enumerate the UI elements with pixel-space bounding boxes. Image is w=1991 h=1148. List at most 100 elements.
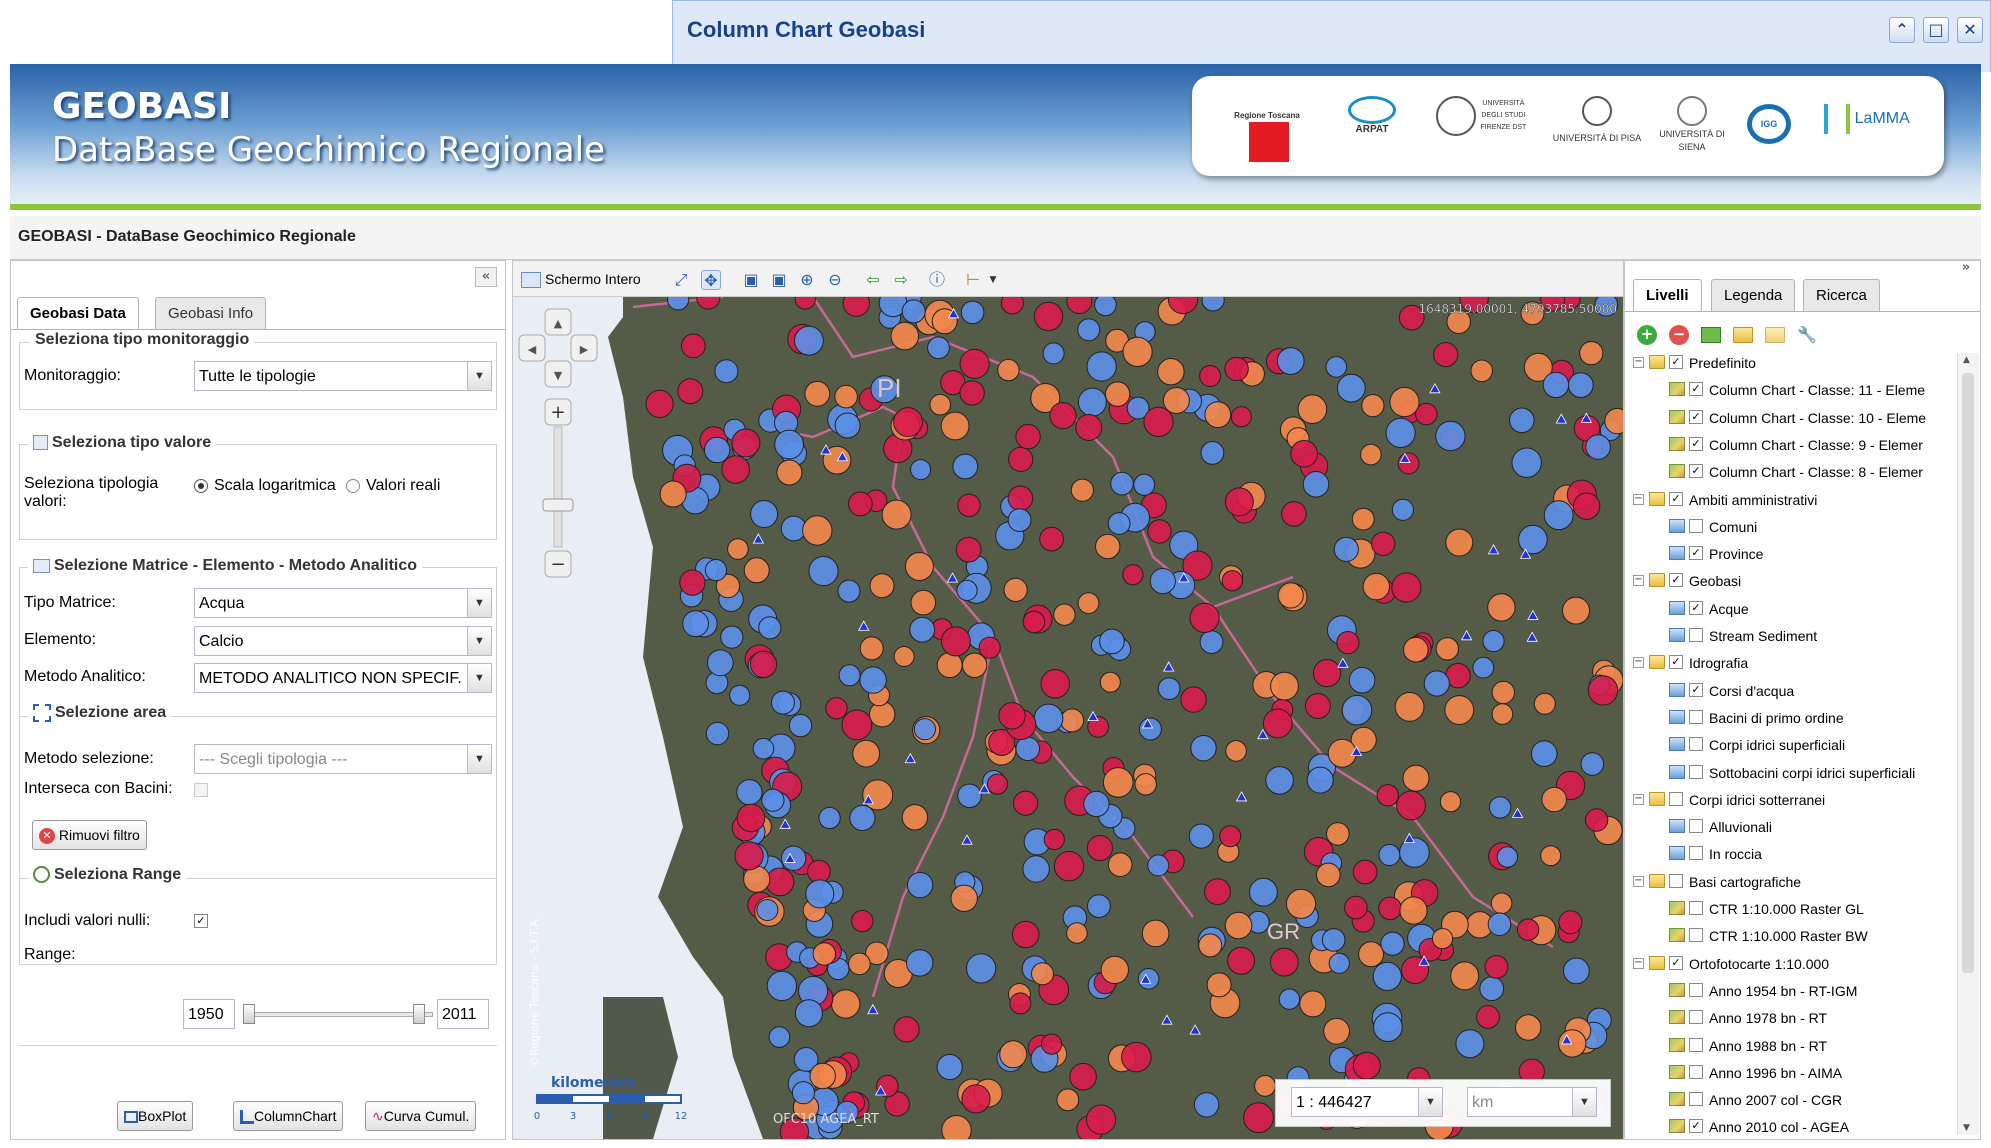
sample-point[interactable] xyxy=(677,378,704,405)
sample-point[interactable] xyxy=(1056,1088,1080,1112)
sample-point[interactable] xyxy=(1249,877,1278,907)
layer-tree-node[interactable]: ✓ Column Chart - Classe: 10 - Eleme xyxy=(1625,408,1965,430)
sample-point[interactable] xyxy=(1487,912,1512,937)
add-server-icon[interactable] xyxy=(1701,327,1721,343)
sample-point[interactable] xyxy=(1445,528,1474,557)
sample-point[interactable] xyxy=(1157,677,1181,701)
sample-point[interactable] xyxy=(859,636,884,661)
sample-point[interactable] xyxy=(906,871,934,899)
sample-point[interactable] xyxy=(1509,407,1535,434)
layer-visibility-checkbox[interactable] xyxy=(1689,846,1703,861)
sample-point[interactable] xyxy=(1378,896,1402,921)
sample-point[interactable] xyxy=(1041,1033,1063,1055)
sample-point[interactable] xyxy=(849,804,876,832)
scale-select[interactable]: 1 : 446427 ▼ xyxy=(1291,1087,1443,1117)
layer-visibility-checkbox[interactable] xyxy=(1689,1037,1703,1052)
sample-point[interactable] xyxy=(901,804,929,831)
sample-point[interactable] xyxy=(1435,420,1466,452)
sample-point[interactable] xyxy=(1269,947,1299,977)
sample-point[interactable] xyxy=(997,358,1020,382)
sample-point[interactable] xyxy=(998,702,1026,730)
sample-point[interactable] xyxy=(927,336,950,360)
sample-point[interactable] xyxy=(1040,669,1071,699)
range-slider-track[interactable] xyxy=(243,1012,433,1017)
layer-tree-node[interactable]: Anno 1978 bn - RT xyxy=(1625,1008,1965,1030)
tree-scrollbar[interactable]: ▲ ▼ xyxy=(1957,353,1979,1135)
sample-point[interactable] xyxy=(1326,822,1350,846)
sample-point[interactable] xyxy=(893,646,915,667)
maximize-button[interactable]: □ xyxy=(1923,17,1949,43)
sample-point[interactable] xyxy=(1402,764,1430,792)
layer-visibility-checkbox[interactable]: ✓ xyxy=(1669,491,1683,506)
sample-point[interactable] xyxy=(1567,372,1594,398)
collapse-node-icon[interactable]: − xyxy=(1633,575,1644,587)
sample-point[interactable] xyxy=(1344,895,1368,920)
sample-point[interactable] xyxy=(1562,596,1590,625)
sample-point[interactable] xyxy=(978,636,1001,659)
sample-point[interactable] xyxy=(1348,666,1376,694)
sample-point[interactable] xyxy=(1162,387,1190,414)
sample-point[interactable] xyxy=(794,325,824,356)
sample-point[interactable] xyxy=(1022,855,1050,883)
zoom-slider-handle[interactable] xyxy=(542,498,574,512)
sample-point[interactable] xyxy=(862,779,894,811)
layer-visibility-checkbox[interactable]: ✓ xyxy=(1669,955,1683,970)
layer-visibility-checkbox[interactable] xyxy=(1689,518,1703,533)
layer-tree-node[interactable]: Anno 2007 col - CGR xyxy=(1625,1090,1965,1112)
layer-tree-node[interactable]: ✓ Anno 2010 col - AGEA xyxy=(1625,1117,1965,1135)
fullscreen-icon[interactable] xyxy=(521,272,541,288)
sample-point[interactable] xyxy=(1075,414,1103,441)
sample-point[interactable] xyxy=(1336,631,1360,655)
layer-tree-node[interactable]: − ✓ Predefinito xyxy=(1625,353,1965,375)
sample-point[interactable] xyxy=(1033,301,1064,332)
sample-point[interactable] xyxy=(906,949,934,977)
sample-point[interactable] xyxy=(1304,693,1331,719)
sample-point[interactable] xyxy=(679,569,706,596)
sample-point[interactable] xyxy=(960,300,985,325)
sample-point[interactable] xyxy=(1299,990,1327,1018)
sample-point[interactable] xyxy=(1358,941,1385,968)
sample-point[interactable] xyxy=(706,649,734,677)
sample-point[interactable] xyxy=(1540,845,1562,867)
sample-point[interactable] xyxy=(1585,434,1611,460)
monitoraggio-select[interactable]: Tutte le tipologie ▼ xyxy=(194,361,492,391)
sample-point[interactable] xyxy=(1149,568,1176,595)
sample-point[interactable] xyxy=(645,389,674,419)
sample-point[interactable] xyxy=(1157,357,1185,386)
layer-tree-node[interactable]: − ✓ Ambiti amministrativi xyxy=(1625,490,1965,512)
sample-point[interactable] xyxy=(761,788,785,812)
sample-point[interactable] xyxy=(1470,359,1494,383)
layer-tree-node[interactable]: ✓ Column Chart - Classe: 11 - Eleme xyxy=(1625,380,1965,402)
sample-point[interactable] xyxy=(1190,735,1217,762)
sample-point[interactable] xyxy=(936,652,963,679)
sample-point[interactable] xyxy=(1193,1092,1220,1118)
pan-icon[interactable]: ✥ xyxy=(701,270,721,290)
sample-point[interactable] xyxy=(1290,440,1318,468)
sample-point[interactable] xyxy=(1033,703,1064,734)
sample-point[interactable] xyxy=(851,909,874,933)
sample-point[interactable] xyxy=(999,1040,1028,1069)
sample-point[interactable] xyxy=(714,359,739,384)
sample-point[interactable] xyxy=(1008,446,1034,472)
sample-point[interactable] xyxy=(1487,593,1516,622)
layer-visibility-checkbox[interactable]: ✓ xyxy=(1689,436,1703,451)
tab-geobasi-info[interactable]: Geobasi Info xyxy=(155,297,267,329)
sample-point[interactable] xyxy=(1516,918,1540,941)
sample-point[interactable] xyxy=(1321,928,1346,952)
sample-point[interactable] xyxy=(1278,988,1301,1010)
sample-point[interactable] xyxy=(910,589,937,616)
sample-point[interactable] xyxy=(1580,752,1605,776)
zoom-in-icon[interactable]: ⊕ xyxy=(797,270,817,290)
sample-point[interactable] xyxy=(758,616,782,640)
sample-point[interactable] xyxy=(720,625,744,649)
sample-point[interactable] xyxy=(1385,417,1416,448)
sample-point[interactable] xyxy=(1491,680,1515,705)
sample-point[interactable] xyxy=(1198,933,1223,958)
sample-point[interactable] xyxy=(680,333,706,359)
layer-tree-node[interactable]: Anno 1954 bn - RT-IGM xyxy=(1625,981,1965,1003)
chevron-down-icon[interactable]: ▼ xyxy=(467,664,491,692)
info-icon[interactable]: ⓘ xyxy=(927,270,947,290)
collapse-node-icon[interactable]: − xyxy=(1633,875,1644,887)
sample-point[interactable] xyxy=(729,684,751,706)
layer-visibility-checkbox[interactable] xyxy=(1689,819,1703,834)
